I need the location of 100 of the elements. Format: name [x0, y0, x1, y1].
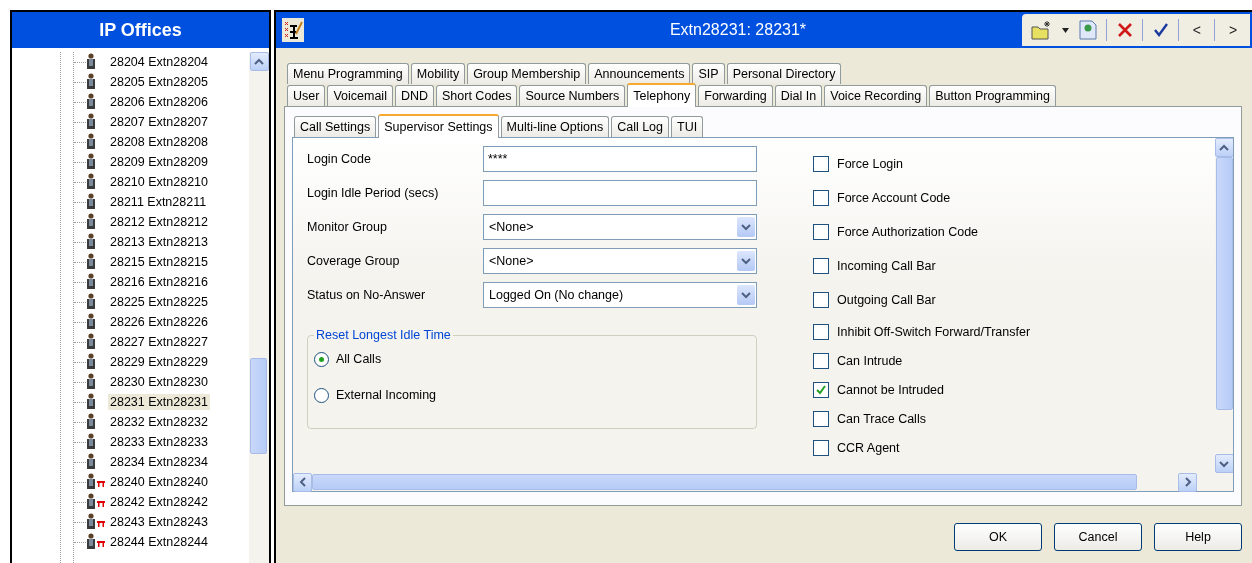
- checkmark-icon[interactable]: [1152, 23, 1169, 37]
- tree-item[interactable]: 28225 Extn28225: [108, 294, 210, 310]
- tab[interactable]: Personal Directory: [726, 63, 842, 84]
- person-icon: [86, 293, 96, 311]
- tab[interactable]: Dial In: [774, 85, 823, 106]
- tab[interactable]: Source Numbers: [519, 85, 626, 106]
- radio-label: External Incoming: [336, 388, 437, 402]
- person-barred-icon: [86, 513, 106, 531]
- tree-item[interactable]: 28213 Extn28213: [108, 234, 210, 250]
- tree-item[interactable]: 28210 Extn28210: [108, 174, 210, 190]
- tree-item[interactable]: 28206 Extn28206: [108, 94, 210, 110]
- tree-item[interactable]: 28211 Extn28211: [108, 194, 209, 210]
- scroll-down-button[interactable]: [1214, 454, 1233, 473]
- tree-item[interactable]: 28227 Extn28227: [108, 334, 210, 350]
- tab[interactable]: Voicemail: [327, 85, 393, 106]
- field-label: Login Idle Period (secs): [307, 186, 440, 200]
- tree-item[interactable]: 28232 Extn28232: [108, 414, 210, 430]
- dropdown[interactable]: Logged On (No change): [483, 282, 757, 308]
- radio-button[interactable]: [314, 351, 329, 367]
- checkbox[interactable]: [813, 323, 829, 340]
- person-icon: [86, 153, 96, 171]
- tree-item[interactable]: 28212 Extn28212: [108, 214, 210, 230]
- checkbox[interactable]: [813, 381, 829, 398]
- scroll-up-button[interactable]: [1214, 138, 1233, 157]
- tab[interactable]: Multi-line Options: [500, 116, 610, 137]
- scroll-up-button[interactable]: [249, 52, 269, 71]
- tree-item[interactable]: 28204 Extn28204: [108, 54, 210, 70]
- next-button[interactable]: >: [1224, 22, 1242, 38]
- tab[interactable]: Mobility: [410, 63, 466, 84]
- tree-item[interactable]: 28216 Extn28216: [108, 274, 210, 290]
- tab[interactable]: Forwarding: [698, 85, 773, 106]
- field-label: Status on No-Answer: [307, 288, 427, 302]
- document-icon[interactable]: [1078, 20, 1097, 40]
- dropdown[interactable]: <None>: [483, 214, 757, 240]
- tree-item[interactable]: 28230 Extn28230: [108, 374, 210, 390]
- checkbox-label: Can Intrude: [837, 353, 903, 368]
- checkbox[interactable]: [813, 156, 829, 172]
- dialog-button[interactable]: Cancel: [1054, 523, 1142, 551]
- tree-item[interactable]: 28244 Extn28244: [108, 534, 210, 550]
- tab[interactable]: DND: [394, 85, 434, 106]
- tab[interactable]: Supervisor Settings: [378, 114, 499, 138]
- scroll-thumb[interactable]: [250, 358, 267, 454]
- checkbox[interactable]: [813, 439, 829, 456]
- checkbox[interactable]: [813, 190, 829, 206]
- tree-item[interactable]: 28207 Extn28207: [108, 114, 210, 130]
- tree-item[interactable]: 28205 Extn28205: [108, 74, 210, 90]
- tree-item[interactable]: 28233 Extn28233: [108, 434, 210, 450]
- tab[interactable]: Button Programming: [929, 85, 1056, 106]
- checkbox[interactable]: [813, 224, 829, 240]
- tab[interactable]: SIP: [692, 63, 725, 84]
- group-title: Reset Longest Idle Time: [315, 328, 452, 342]
- caret-icon[interactable]: [1062, 27, 1070, 33]
- person-icon: [86, 93, 96, 111]
- scroll-thumb[interactable]: [312, 474, 1137, 490]
- tab[interactable]: Call Log: [611, 116, 670, 137]
- window-title: Extn28231: 28231*: [669, 21, 807, 39]
- dialog-button[interactable]: OK: [954, 523, 1042, 551]
- tab[interactable]: Telephony: [627, 83, 697, 107]
- checkbox[interactable]: [813, 292, 829, 308]
- text-field[interactable]: ****: [483, 146, 757, 172]
- scroll-left-button[interactable]: [293, 472, 312, 492]
- tree-item[interactable]: 28215 Extn28215: [108, 254, 210, 270]
- tab[interactable]: Group Membership: [467, 63, 587, 84]
- dropdown[interactable]: <None>: [483, 248, 757, 274]
- tree-item[interactable]: 28209 Extn28209: [108, 154, 210, 170]
- previous-button[interactable]: <: [1188, 22, 1205, 38]
- checkbox-label: Force Authorization Code: [837, 225, 979, 239]
- tree-item[interactable]: 28243 Extn28243: [108, 514, 210, 530]
- tree-item[interactable]: 28234 Extn28234: [108, 454, 210, 470]
- tree-item[interactable]: 28231 Extn28231: [108, 394, 210, 410]
- radio-button[interactable]: [314, 387, 329, 403]
- checkbox[interactable]: [813, 410, 829, 427]
- checkbox[interactable]: [813, 352, 829, 369]
- text-field[interactable]: [483, 180, 757, 206]
- tree-item[interactable]: 28242 Extn28242: [108, 494, 210, 510]
- dialog-button[interactable]: Help: [1154, 523, 1242, 551]
- tab[interactable]: Call Settings: [294, 116, 377, 137]
- tab[interactable]: Announcements: [588, 63, 691, 84]
- scrollbar[interactable]: [249, 52, 269, 563]
- checkbox-label: Can Trace Calls: [837, 411, 926, 426]
- tab[interactable]: Menu Programming: [287, 63, 409, 84]
- person-barred-icon: [86, 493, 106, 511]
- tree-item[interactable]: 28229 Extn28229: [108, 354, 210, 370]
- tree-item[interactable]: 28240 Extn28240: [108, 474, 210, 490]
- checkbox-label: Inhibit Off-Switch Forward/Transfer: [837, 324, 1031, 339]
- tab[interactable]: User: [287, 85, 326, 106]
- scroll-thumb[interactable]: [1216, 157, 1233, 410]
- person-icon: [86, 433, 96, 451]
- scroll-right-button[interactable]: [1178, 472, 1197, 492]
- checkbox[interactable]: [813, 258, 829, 274]
- new-folder-icon[interactable]: [1030, 20, 1053, 40]
- scrollbar[interactable]: [1215, 138, 1233, 473]
- tab[interactable]: Short Codes: [436, 85, 518, 106]
- person-icon: [86, 193, 96, 211]
- checkbox-label: Force Account Code: [837, 191, 951, 205]
- tab[interactable]: TUI: [671, 116, 704, 137]
- tree-item[interactable]: 28226 Extn28226: [108, 314, 210, 330]
- tab[interactable]: Voice Recording: [824, 85, 928, 106]
- delete-icon[interactable]: [1116, 22, 1133, 38]
- tree-item[interactable]: 28208 Extn28208: [108, 134, 210, 150]
